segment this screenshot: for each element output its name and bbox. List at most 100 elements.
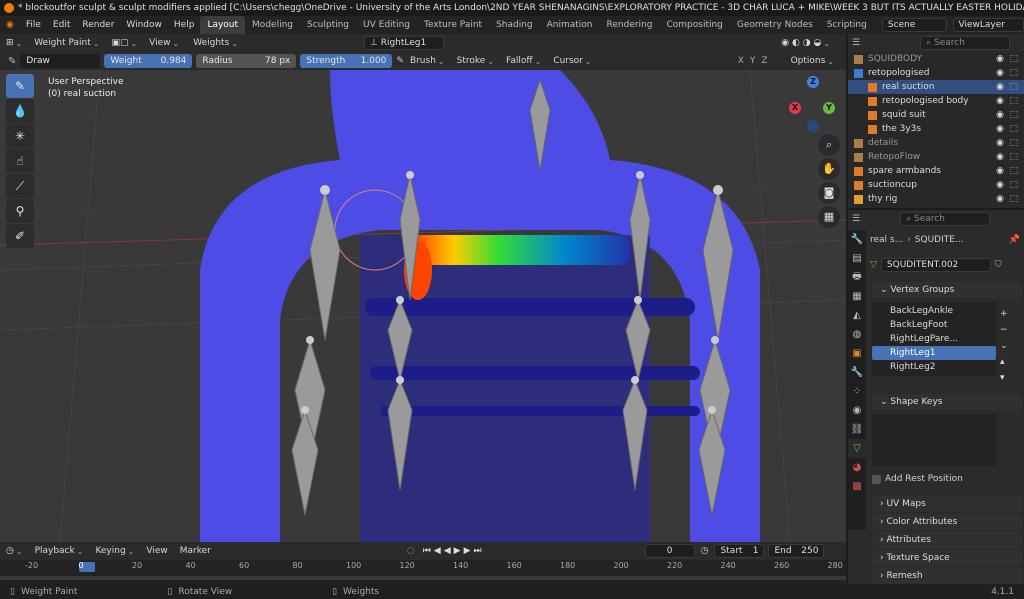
world-tab-icon[interactable]: ◍ — [848, 325, 866, 344]
mode-dropdown[interactable]: Weight Paint — [28, 38, 105, 48]
view-layer-tab-icon[interactable]: ▦ — [848, 287, 866, 306]
tab-compositing[interactable]: Compositing — [659, 16, 729, 34]
record-icon[interactable]: ◌ — [407, 546, 415, 556]
viewport-scene[interactable] — [0, 70, 846, 542]
menu-edit[interactable]: Edit — [47, 16, 76, 34]
visibility-eye-icon[interactable]: ◉ — [996, 164, 1004, 178]
panel-color-attributes[interactable]: › Color Attributes — [872, 514, 1022, 530]
visibility-eye-icon[interactable]: ◉ — [996, 178, 1004, 192]
visibility-eye-icon[interactable]: ◉ — [996, 108, 1004, 122]
outliner-row-thy-rig[interactable]: thy rig ◉ ⬚ — [848, 192, 1024, 206]
render-tab-icon[interactable]: ▤ — [848, 249, 866, 268]
pan-hand-icon[interactable]: ✋ — [818, 158, 840, 180]
marker-menu[interactable]: Marker — [174, 542, 217, 560]
blender-menu-icon[interactable]: ◉ — [0, 16, 20, 34]
camera-icon[interactable]: ⬚ — [1009, 94, 1018, 108]
stroke-menu[interactable]: Stroke — [451, 56, 500, 66]
vertex-group-item-selected[interactable]: RightLeg1 — [872, 346, 996, 360]
gizmo-z-axis[interactable]: Z — [807, 76, 819, 88]
strength-field[interactable]: Strength 1.000 — [300, 54, 393, 68]
camera-icon[interactable]: ⬚ — [1009, 178, 1018, 192]
scene-tab-icon[interactable]: ◭ — [848, 306, 866, 325]
outliner-editor-icon[interactable]: ☰ — [852, 38, 860, 48]
outliner-search[interactable]: ⌕ Search — [920, 36, 1011, 50]
camera-icon[interactable]: ⬚ — [1009, 108, 1018, 122]
vertex-groups-header[interactable]: ⌄ Vertex Groups — [872, 282, 1022, 298]
move-up-button[interactable]: ▴ — [1000, 354, 1008, 370]
viewport-shading-icons[interactable]: ◉ ◐ ◑ ◒ — [775, 38, 836, 48]
tab-uv-editing[interactable]: UV Editing — [356, 16, 417, 34]
3d-viewport[interactable]: User Perspective (0) real suction Z X Y … — [0, 70, 846, 542]
vertex-group-item[interactable]: RightLegPare... — [872, 332, 996, 346]
blur-icon[interactable]: 💧 — [6, 99, 34, 123]
object-tab-icon[interactable]: ▣ — [848, 344, 866, 363]
visibility-eye-icon[interactable]: ◉ — [996, 122, 1004, 136]
outliner-row-spare-armbands[interactable]: spare armbands ◉ ⬚ — [848, 164, 1024, 178]
constraints-tab-icon[interactable]: ⛓ — [848, 420, 866, 439]
modifier-tab-icon[interactable]: 🔧 — [848, 363, 866, 382]
tab-animation[interactable]: Animation — [540, 16, 600, 34]
visibility-eye-icon[interactable]: ◉ — [996, 66, 1004, 80]
properties-search[interactable]: ⌕ Search — [900, 212, 991, 226]
mesh-name-field[interactable]: SQUDITENT.002 — [880, 258, 991, 272]
average-icon[interactable]: ✳ — [6, 124, 34, 148]
brush-selector[interactable]: Draw — [20, 54, 101, 68]
draw-brush-icon[interactable]: ✎ — [6, 74, 34, 98]
outliner-row-the-3y3s[interactable]: the 3y3s ◉ ⬚ — [848, 122, 1024, 136]
properties-editor-icon[interactable]: ☰ — [852, 214, 860, 224]
outliner-row-retopoflow[interactable]: RetopoFlow ◉ ⬚ — [848, 150, 1024, 164]
timeline-view-menu[interactable]: View — [140, 542, 173, 560]
editor-type-dropdown[interactable]: ⊞ — [0, 38, 28, 48]
panel-attributes[interactable]: › Attributes — [872, 532, 1022, 548]
vertex-group-menu-button[interactable]: ⌄ — [1000, 338, 1008, 354]
timeline-editor-icon[interactable]: ◷ — [0, 546, 29, 556]
tab-sculpting[interactable]: Sculpting — [300, 16, 356, 34]
mirror-x-toggle[interactable]: X — [735, 56, 747, 66]
active-bone-selector[interactable]: ⊥ RightLeg1 — [363, 36, 444, 50]
visibility-eye-icon[interactable]: ◉ — [996, 80, 1004, 94]
pressure-icon[interactable]: ✎ — [396, 56, 404, 66]
visibility-eye-icon[interactable]: ◉ — [996, 150, 1004, 164]
add-vertex-group-button[interactable]: + — [1000, 306, 1008, 322]
physics-tab-icon[interactable]: ◉ — [848, 401, 866, 420]
smear-icon[interactable]: ☝ — [6, 149, 34, 173]
remove-vertex-group-button[interactable]: − — [1000, 322, 1008, 338]
vertex-group-item[interactable]: BackLegFoot — [872, 318, 996, 332]
camera-icon[interactable]: ⬚ — [1009, 150, 1018, 164]
sample-weight-icon[interactable]: ⚲ — [6, 199, 34, 223]
tab-scripting[interactable]: Scripting — [820, 16, 874, 34]
shape-keys-header[interactable]: ⌄ Shape Keys — [872, 394, 1022, 410]
panel-texture-space[interactable]: › Texture Space — [872, 550, 1022, 566]
texture-tab-icon[interactable]: ▩ — [848, 477, 866, 496]
particles-tab-icon[interactable]: ⁘ — [848, 382, 866, 401]
gradient-icon[interactable]: ⟋ — [6, 174, 34, 198]
keying-menu[interactable]: Keying — [89, 546, 140, 556]
options-menu[interactable]: Options — [785, 56, 840, 66]
mirror-z-toggle[interactable]: Z — [758, 56, 770, 66]
tab-shading[interactable]: Shading — [489, 16, 540, 34]
end-frame-field[interactable]: End 250 — [768, 544, 825, 558]
select-mode-toggle[interactable]: ▣▢ — [105, 38, 143, 48]
tab-modeling[interactable]: Modeling — [245, 16, 300, 34]
breadcrumb-object[interactable]: real s... — [870, 235, 903, 245]
pin-icon[interactable]: 📌 — [1009, 235, 1020, 245]
start-frame-field[interactable]: Start 1 — [714, 544, 765, 558]
menu-render[interactable]: Render — [76, 16, 120, 34]
outliner-row-real-suction[interactable]: real suction ◉ ⬚ — [848, 80, 1024, 94]
playback-menu[interactable]: Playback — [29, 546, 90, 556]
navigation-gizmo[interactable]: Z X Y — [785, 74, 845, 134]
annotate-icon[interactable]: ✐ — [6, 224, 34, 248]
camera-icon[interactable]: ⬚ — [1009, 192, 1018, 206]
tab-geometry-nodes[interactable]: Geometry Nodes — [730, 16, 820, 34]
outliner-row-details[interactable]: details ◉ ⬚ — [848, 136, 1024, 150]
menu-help[interactable]: Help — [168, 16, 201, 34]
material-tab-icon[interactable]: ◕ — [848, 458, 866, 477]
gizmo-y-axis[interactable]: Y — [823, 102, 835, 114]
outliner-row-squidbody[interactable]: SQUIDBODY ◉ ⬚ — [848, 52, 1024, 66]
visibility-eye-icon[interactable]: ◉ — [996, 192, 1004, 206]
camera-icon[interactable]: ⬚ — [1009, 80, 1018, 94]
playback-controls[interactable]: ⏮◀◀▶▶⏭ — [423, 546, 485, 556]
breadcrumb-data[interactable]: SQUDITE... — [915, 235, 964, 245]
cursor-menu[interactable]: Cursor — [547, 56, 597, 66]
zoom-icon[interactable]: ⌕ — [818, 134, 840, 156]
